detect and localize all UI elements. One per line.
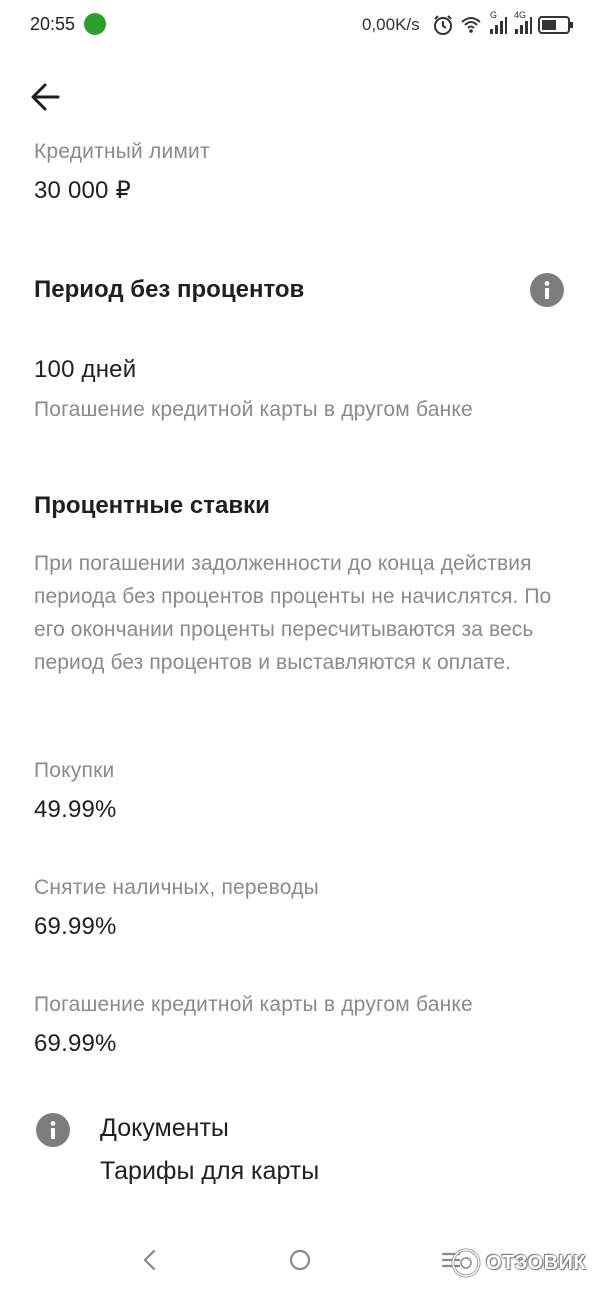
info-icon bbox=[50, 1121, 56, 1139]
wifi-icon bbox=[461, 17, 481, 33]
rate-value-purchases: 49.99% bbox=[34, 796, 117, 823]
grace-period-value: 100 дней bbox=[34, 356, 137, 383]
documents-title: Документы bbox=[100, 1114, 229, 1142]
rate-label-cash: Снятие наличных, переводы bbox=[34, 876, 319, 899]
grace-period-title: Период без процентов bbox=[34, 276, 305, 303]
credit-limit-label: Кредитный лимит bbox=[34, 140, 210, 163]
alarm-icon bbox=[434, 15, 452, 35]
interest-rates-title: Процентные ставки bbox=[34, 492, 270, 519]
rate-label-other-bank: Погашение кредитной карты в другом банке bbox=[34, 993, 473, 1016]
rate-value-cash: 69.99% bbox=[34, 913, 117, 940]
watermark-logo-icon bbox=[451, 1248, 481, 1278]
credit-limit-value: 30 000 ₽ bbox=[34, 177, 131, 204]
interest-rates-description: При погашении задолженности до конца дей… bbox=[34, 552, 552, 674]
card-tariffs-link[interactable]: Тарифы для карты bbox=[100, 1157, 319, 1186]
watermark: ОТЗОВИК bbox=[450, 1246, 595, 1280]
status-time: 20:55 bbox=[30, 14, 76, 34]
back-button[interactable] bbox=[28, 80, 66, 114]
network-speed: 0,00K/s bbox=[362, 15, 420, 34]
signal-icon bbox=[490, 17, 507, 34]
watermark-text: ОТЗОВИК bbox=[486, 1252, 587, 1274]
app-notification-icon bbox=[84, 13, 106, 35]
back-nav-icon[interactable] bbox=[140, 1248, 160, 1272]
battery-icon bbox=[538, 16, 573, 34]
rate-value-other-bank: 69.99% bbox=[34, 1030, 117, 1057]
grace-period-info-button[interactable] bbox=[530, 273, 564, 307]
info-icon bbox=[544, 281, 550, 299]
documents-icon-badge bbox=[36, 1113, 70, 1147]
grace-period-note: Погашение кредитной карты в другом банке bbox=[34, 398, 473, 421]
home-nav-icon[interactable] bbox=[288, 1248, 312, 1272]
status-bar: 20:55 0,00K/s G 4G bbox=[0, 0, 600, 50]
rate-label-purchases: Покупки bbox=[34, 759, 115, 782]
arrow-left-icon bbox=[31, 83, 60, 111]
signal-icon-2 bbox=[515, 17, 532, 34]
